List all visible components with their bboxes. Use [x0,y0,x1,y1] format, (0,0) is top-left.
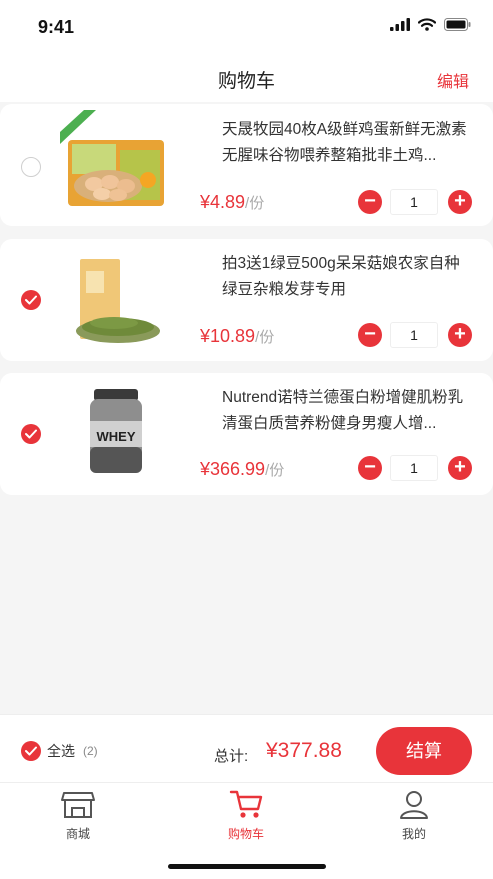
quantity-value[interactable]: 1 [390,455,438,481]
product-title[interactable]: Nutrend诺特兰德蛋白粉增健肌粉乳清蛋白质营养粉健身男瘦人增... [222,385,472,437]
checkout-button[interactable]: 结算 [376,727,472,775]
price-value: ¥10.89 [200,326,256,346]
quantity-stepper: − 1 + [358,455,472,481]
increase-button[interactable]: + [448,190,472,214]
product-title[interactable]: 拍3送1绿豆500g呆呆菇娘农家自种绿豆杂粮发芽专用 [222,251,472,303]
quantity-stepper: − 1 + [358,189,472,215]
cart-item: 拍3送1绿豆500g呆呆菇娘农家自种绿豆杂粮发芽专用 ¥10.89/份 − 1 … [0,239,493,361]
selected-count: (2) [83,744,98,758]
total-label: 总计: [214,748,249,765]
item-checkbox[interactable] [21,424,41,444]
profile-icon [400,791,428,819]
page-title: 购物车 [217,71,275,92]
edit-button[interactable]: 编辑 [437,68,469,92]
total-value: ¥377.88 [266,739,342,762]
checkmark-icon [25,746,37,756]
home-indicator [168,864,326,869]
wifi-icon [418,18,436,31]
cart-item: 新品 天晟牧园40枚A级鲜鸡蛋新鲜无激素无腥味谷物喂养整箱批非土鸡... ¥4.… [0,104,493,226]
tab-label: 我的 [401,827,426,841]
price-unit: /份 [255,329,275,346]
quantity-value[interactable]: 1 [390,322,438,348]
tab-store[interactable]: 商城 [38,787,118,842]
signal-icon [390,18,410,31]
increase-button[interactable]: + [448,323,472,347]
product-price: ¥4.89/份 [200,192,264,213]
checkmark-icon [25,295,37,305]
tab-label: 商城 [65,827,90,841]
tab-cart[interactable]: 购物车 [206,787,286,842]
tab-profile[interactable]: 我的 [374,787,454,842]
decrease-button[interactable]: − [358,323,382,347]
select-all-label: 全选 [47,743,75,759]
price-unit: /份 [245,195,265,212]
checkmark-icon [25,429,37,439]
status-bar: 9:41 [0,0,493,56]
product-price: ¥10.89/份 [200,326,274,347]
nav-bar: 购物车 编辑 [0,56,493,102]
select-all-checkbox[interactable] [21,741,41,761]
price-value: ¥4.89 [200,192,246,212]
price-value: ¥366.99 [200,459,266,479]
status-time: 9:41 [38,17,75,37]
product-image-mung-beans [76,259,160,343]
item-checkbox[interactable] [21,290,41,310]
select-all-toggle[interactable]: 全选 (2) [21,741,98,761]
decrease-button[interactable]: − [358,190,382,214]
product-label: WHEY [97,429,136,444]
decrease-button[interactable]: − [358,456,382,480]
tab-label: 购物车 [227,827,264,841]
product-image-whey-protein: WHEY [90,389,142,473]
increase-button[interactable]: + [448,456,472,480]
battery-icon [444,18,471,31]
quantity-value[interactable]: 1 [390,189,438,215]
store-icon [61,792,95,818]
product-image-eggs [60,110,164,206]
item-checkbox[interactable] [21,157,41,177]
status-icons [390,18,471,31]
product-price: ¥366.99/份 [200,459,284,480]
cart-item: WHEY Nutrend诺特兰德蛋白粉增健肌粉乳清蛋白质营养粉健身男瘦人增...… [0,373,493,495]
quantity-stepper: − 1 + [358,322,472,348]
cart-icon [229,790,263,818]
checkout-bar: 全选 (2) 总计: ¥377.88 结算 [0,714,493,782]
product-title[interactable]: 天晟牧园40枚A级鲜鸡蛋新鲜无激素无腥味谷物喂养整箱批非土鸡... [222,117,472,169]
price-unit: /份 [265,462,285,479]
